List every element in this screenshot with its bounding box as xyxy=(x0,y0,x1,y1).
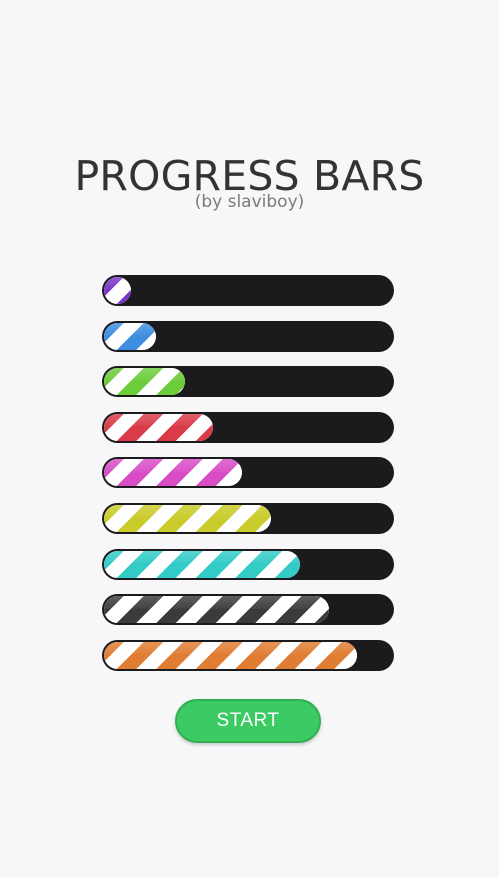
progress-bar-fill xyxy=(104,641,357,669)
progress-bar-fill xyxy=(104,322,156,350)
progress-bar-list xyxy=(102,275,394,685)
progress-bar-stripes xyxy=(104,368,185,396)
progress-bar-stripes xyxy=(104,596,329,624)
progress-bar-stripes xyxy=(104,641,357,669)
progress-bar-fill xyxy=(104,277,131,304)
page-subtitle: (by slaviboy) xyxy=(194,192,305,212)
progress-bar-fill xyxy=(104,368,185,396)
progress-bar-fill xyxy=(104,413,213,441)
progress-bar-track xyxy=(102,366,394,398)
progress-bar-stripes xyxy=(104,413,213,441)
progress-bar-track xyxy=(102,639,394,671)
progress-bar-track xyxy=(102,411,394,443)
progress-bar-fill xyxy=(104,459,242,487)
progress-bar-stripes xyxy=(104,550,300,578)
progress-bar-fill xyxy=(104,504,271,532)
start-button[interactable]: START xyxy=(175,699,321,743)
progress-bar-track xyxy=(102,275,394,306)
progress-bar-fill xyxy=(104,550,300,578)
progress-bar-fill xyxy=(104,596,329,624)
progress-bar-track xyxy=(102,320,394,352)
progress-bar-stripes xyxy=(104,504,271,532)
progress-bar-track xyxy=(102,502,394,534)
progress-bar-track xyxy=(102,594,394,626)
progress-bar-track xyxy=(102,548,394,580)
progress-bar-track xyxy=(102,457,394,489)
progress-bar-stripes xyxy=(104,322,156,350)
progress-bar-stripes xyxy=(104,277,131,304)
progress-bar-stripes xyxy=(104,459,242,487)
